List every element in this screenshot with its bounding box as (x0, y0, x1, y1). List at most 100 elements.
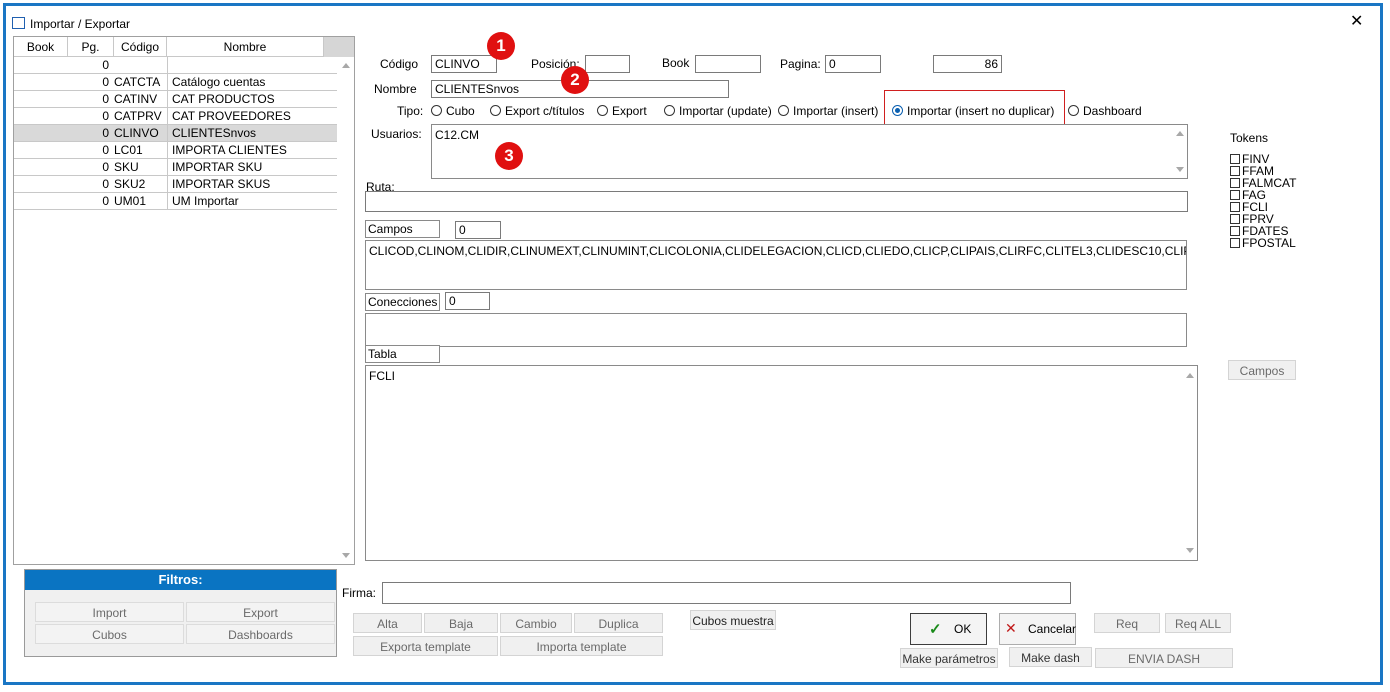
row-codigo: SKU2 (114, 177, 146, 191)
exporta-template-button[interactable]: Exporta template (353, 636, 498, 656)
records-grid[interactable]: Book Pg. Código Nombre 0 0 CATCTA Catálo… (13, 36, 355, 565)
checkbox-icon (1230, 202, 1240, 212)
radio-label: Export (612, 104, 647, 118)
row-codigo: UM01 (114, 194, 147, 208)
req-all-button[interactable]: Req ALL (1165, 613, 1231, 633)
radio-importar-insert-no-duplicar[interactable]: Importar (insert no duplicar) (892, 104, 1054, 118)
campos-textarea[interactable]: CLICOD,CLINOM,CLIDIR,CLINUMEXT,CLINUMINT… (365, 240, 1187, 290)
usuarios-scrollbar[interactable] (1172, 126, 1186, 177)
radio-importar-update[interactable]: Importar (update) (664, 104, 772, 118)
table-row[interactable]: 0 (14, 57, 337, 74)
filter-import-button[interactable]: Import (35, 602, 184, 622)
table-row[interactable]: 0 LC01 IMPORTA CLIENTES (14, 142, 337, 159)
table-row[interactable]: 0 SKU2 IMPORTAR SKUS (14, 176, 337, 193)
usuarios-textarea[interactable]: C12.CM (431, 124, 1188, 179)
table-row-selected[interactable]: 0 CLINVO CLIENTESnvos (14, 125, 337, 142)
table-row[interactable]: 0 CATINV CAT PRODUCTOS (14, 91, 337, 108)
table-row[interactable]: 0 CATPRV CAT PROVEEDORES (14, 108, 337, 125)
table-row[interactable]: 0 SKU IMPORTAR SKU (14, 159, 337, 176)
row-nombre (167, 57, 337, 73)
cambio-button[interactable]: Cambio (500, 613, 572, 633)
make-dash-button[interactable]: Make dash (1009, 647, 1092, 667)
pagina-label: Pagina: (780, 57, 821, 71)
filter-cubos-button[interactable]: Cubos (35, 624, 184, 644)
scroll-down-icon[interactable] (1176, 167, 1184, 172)
ruta-field[interactable] (365, 191, 1188, 212)
baja-button[interactable]: Baja (424, 613, 498, 633)
annotation-badge-3: 3 (495, 142, 523, 170)
duplica-button[interactable]: Duplica (574, 613, 663, 633)
cancel-button[interactable]: ✕ Cancelar (999, 613, 1076, 645)
checkbox-icon (1230, 214, 1240, 224)
tabla-textarea[interactable]: FCLI (365, 365, 1198, 561)
ok-button[interactable]: ✓ OK (910, 613, 987, 645)
filter-export-button[interactable]: Export (186, 602, 335, 622)
conecciones-count-field[interactable]: 0 (445, 292, 490, 310)
importa-template-button[interactable]: Importa template (500, 636, 663, 656)
make-parametros-button[interactable]: Make parámetros (900, 648, 998, 668)
posicion-field[interactable] (585, 55, 630, 73)
extra-number-field[interactable]: 86 (933, 55, 1002, 73)
close-icon[interactable]: ✕ (1350, 14, 1363, 30)
radio-dashboard[interactable]: Dashboard (1068, 104, 1142, 118)
column-codigo[interactable]: Código (114, 37, 167, 57)
row-pg: 0 (102, 92, 109, 106)
scroll-up-icon[interactable] (1186, 373, 1194, 378)
filters-title: Filtros: (25, 570, 336, 590)
token-fpostal-checkbox[interactable]: FPOSTAL (1230, 237, 1296, 249)
pagina-field[interactable]: 0 (825, 55, 881, 73)
annotation-badge-1: 1 (487, 32, 515, 60)
tipo-label: Tipo: (397, 104, 424, 118)
book-field[interactable] (695, 55, 761, 73)
radio-label: Importar (update) (679, 104, 772, 118)
ok-label: OK (954, 622, 972, 636)
row-codigo: LC01 (114, 143, 143, 157)
scroll-down-icon[interactable] (1186, 548, 1194, 553)
usuarios-label: Usuarios: (371, 127, 422, 141)
row-nombre: CAT PRODUCTOS (167, 91, 337, 107)
tabla-value: FCLI (369, 369, 396, 383)
envia-dash-button[interactable]: ENVIA DASH (1095, 648, 1233, 668)
tokens-campos-button[interactable]: Campos (1228, 360, 1296, 380)
radio-importar-insert[interactable]: Importar (insert) (778, 104, 878, 118)
campos-count-field[interactable]: 0 (455, 221, 501, 239)
codigo-field[interactable]: CLINVO (431, 55, 497, 73)
check-icon: ✓ (929, 621, 942, 638)
cubos-muestra-button[interactable]: Cubos muestra (690, 610, 776, 630)
table-row[interactable]: 0 UM01 UM Importar (14, 193, 337, 210)
conecciones-textarea[interactable] (365, 313, 1187, 347)
req-button[interactable]: Req (1094, 613, 1160, 633)
radio-label: Importar (insert no duplicar) (907, 104, 1055, 118)
radio-label: Dashboard (1083, 104, 1142, 118)
campos-label: Campos (365, 220, 440, 238)
scroll-up-icon[interactable] (1176, 131, 1184, 136)
filters-panel: Filtros: Import Export Cubos Dashboards (24, 569, 337, 657)
radio-label: Importar (insert) (793, 104, 879, 118)
checkbox-icon (1230, 238, 1240, 248)
column-nombre[interactable]: Nombre (167, 37, 324, 57)
x-icon: ✕ (1005, 620, 1017, 636)
grid-scrollbar[interactable] (338, 57, 354, 564)
firma-label: Firma: (342, 586, 376, 600)
row-nombre: IMPORTAR SKU (167, 159, 337, 175)
tabla-scrollbar[interactable] (1182, 367, 1196, 559)
alta-button[interactable]: Alta (353, 613, 422, 633)
scroll-up-icon[interactable] (342, 63, 350, 68)
token-label: FPOSTAL (1242, 236, 1296, 250)
radio-cubo[interactable]: Cubo (431, 104, 475, 118)
column-book[interactable]: Book (14, 37, 68, 57)
radio-icon (490, 105, 501, 116)
radio-export[interactable]: Export (597, 104, 647, 118)
tokens-title: Tokens (1230, 131, 1269, 145)
row-pg: 0 (102, 177, 109, 191)
filter-dashboards-button[interactable]: Dashboards (186, 624, 335, 644)
table-row[interactable]: 0 CATCTA Catálogo cuentas (14, 74, 337, 91)
window-title: Importar / Exportar (30, 17, 131, 31)
checkbox-icon (1230, 226, 1240, 236)
firma-field[interactable] (382, 582, 1071, 604)
column-pg[interactable]: Pg. (68, 37, 114, 57)
scroll-down-icon[interactable] (342, 553, 350, 558)
row-nombre: IMPORTAR SKUS (167, 176, 337, 192)
radio-icon (1068, 105, 1079, 116)
radio-export-titulos[interactable]: Export c/títulos (490, 104, 584, 118)
